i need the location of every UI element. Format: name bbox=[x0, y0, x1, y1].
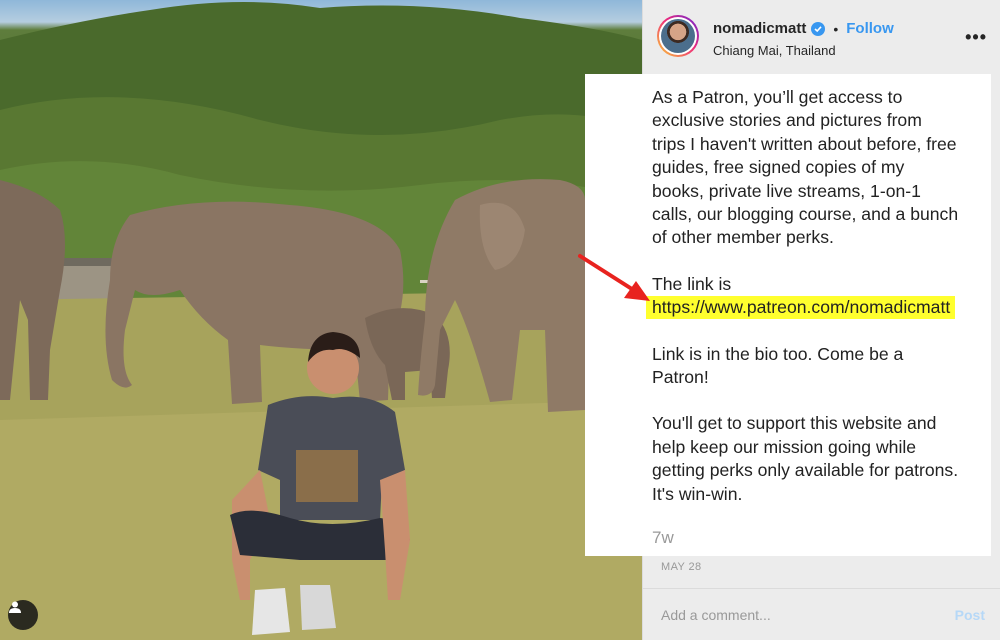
comment-input[interactable] bbox=[661, 606, 955, 623]
caption-card: As a Patron, you’ll get access to exclus… bbox=[585, 74, 991, 556]
avatar[interactable] bbox=[657, 15, 699, 57]
post-comment-button[interactable]: Post bbox=[955, 607, 985, 623]
more-options-icon[interactable]: ••• bbox=[965, 28, 987, 46]
post-date: MAY 28 bbox=[661, 561, 702, 573]
patreon-link[interactable]: https://www.patreon.com/nomadicmatt bbox=[646, 296, 956, 320]
elephants-photo-illustration bbox=[0, 1, 642, 640]
verified-badge-icon bbox=[811, 21, 826, 36]
post-header: nomadicmatt • Follow Chiang Mai, Thailan… bbox=[643, 0, 1000, 72]
time-ago: 7w bbox=[652, 528, 674, 548]
location-link[interactable]: Chiang Mai, Thailand bbox=[713, 43, 894, 58]
caption-paragraph-1: As a Patron, you’ll get access to exclus… bbox=[652, 87, 959, 248]
person-icon bbox=[9, 601, 21, 613]
follow-button[interactable]: Follow bbox=[846, 20, 894, 37]
caption-paragraph-3: Link is in the bio too. Come be a Patron… bbox=[652, 343, 904, 388]
username-link[interactable]: nomadicmatt bbox=[713, 20, 806, 37]
comment-bar: Post bbox=[643, 588, 1000, 640]
separator-dot: • bbox=[833, 20, 839, 37]
tagged-user-button[interactable] bbox=[8, 600, 38, 630]
caption-paragraph-4: You'll get to support this website and h… bbox=[652, 413, 959, 504]
post-photo[interactable] bbox=[0, 0, 642, 640]
caption-link-intro: The link is bbox=[652, 273, 732, 294]
